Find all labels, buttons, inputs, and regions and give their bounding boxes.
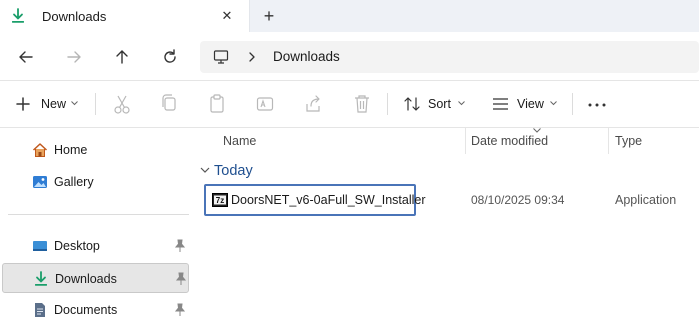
column-header-name[interactable]: Name <box>223 134 256 148</box>
view-button[interactable]: View <box>492 92 558 116</box>
command-toolbar: New Sort View <box>0 81 699 127</box>
tab-title: Downloads <box>42 9 107 24</box>
column-divider[interactable] <box>608 128 609 154</box>
arrow-left-icon[interactable] <box>13 44 39 70</box>
sidebar-item-label: Desktop <box>54 239 100 253</box>
file-list: Name Date modified Type Today 7z DoorsNE… <box>190 128 699 329</box>
sidebar-divider <box>8 214 189 215</box>
chevron-down-icon <box>458 101 465 106</box>
file-name-cell[interactable]: 7z DoorsNET_v6-0aFull_SW_Installer <box>204 184 426 216</box>
home-icon <box>32 143 48 157</box>
refresh-icon[interactable] <box>157 44 183 70</box>
computer-icon[interactable] <box>213 49 229 65</box>
sidebar-item-home[interactable]: Home <box>2 135 189 165</box>
view-icon <box>493 98 508 110</box>
sort-icon <box>404 97 420 111</box>
arrow-right-icon[interactable] <box>61 44 87 70</box>
paste-icon[interactable] <box>208 92 226 116</box>
sidebar-item-label: Documents <box>54 303 118 317</box>
column-header-type[interactable]: Type <box>615 134 642 148</box>
navigation-pane: Home Gallery Desktop Downloads Documents <box>0 128 190 329</box>
column-divider[interactable] <box>465 128 466 154</box>
new-label: New <box>41 97 67 111</box>
sort-button[interactable]: Sort <box>404 92 466 116</box>
file-type: Application <box>615 193 677 207</box>
chevron-down-icon <box>71 101 78 106</box>
copy-icon[interactable] <box>160 92 178 116</box>
sidebar-item-label: Downloads <box>55 272 117 286</box>
file-date-modified: 08/10/2025 09:34 <box>471 193 565 207</box>
file-name: DoorsNET_v6-0aFull_SW_Installer <box>231 193 426 207</box>
tab-bar: Downloads ✕ + <box>0 0 699 32</box>
group-label: Today <box>214 163 253 179</box>
share-icon[interactable] <box>304 92 322 116</box>
address-bar[interactable]: Downloads <box>200 41 699 73</box>
toolbar-separator <box>387 93 388 115</box>
tab-downloads[interactable]: Downloads ✕ <box>0 0 250 32</box>
cut-icon[interactable] <box>113 92 131 116</box>
new-button[interactable]: New <box>14 92 80 116</box>
table-row[interactable]: 7z DoorsNET_v6-0aFull_SW_Installer 08/10… <box>200 184 699 216</box>
sidebar-item-documents[interactable]: Documents <box>2 295 189 325</box>
view-label: View <box>517 97 544 111</box>
pin-icon[interactable] <box>174 303 186 317</box>
chevron-down-icon <box>550 101 557 106</box>
column-header-date-modified[interactable]: Date modified <box>471 134 548 148</box>
close-icon[interactable]: ✕ <box>217 6 237 26</box>
arrow-up-icon[interactable] <box>109 44 135 70</box>
documents-icon <box>35 303 45 317</box>
sidebar-item-downloads[interactable]: Downloads <box>2 263 189 293</box>
more-icon[interactable] <box>587 92 607 116</box>
chevron-down-icon <box>200 167 210 173</box>
rename-icon[interactable] <box>256 92 274 116</box>
download-icon <box>12 8 24 23</box>
sort-indicator-icon <box>533 128 541 133</box>
breadcrumb[interactable]: Downloads <box>273 49 340 64</box>
delete-icon[interactable] <box>353 92 371 116</box>
pin-icon[interactable] <box>175 272 187 286</box>
gallery-icon <box>33 176 47 188</box>
plus-icon <box>16 97 30 111</box>
toolbar-separator <box>572 93 573 115</box>
sidebar-item-desktop[interactable]: Desktop <box>2 231 189 261</box>
sidebar-item-label: Home <box>54 143 88 157</box>
sidebar-item-gallery[interactable]: Gallery <box>2 167 189 197</box>
desktop-icon <box>33 241 47 251</box>
toolbar-separator <box>95 93 96 115</box>
svg-text:7z: 7z <box>216 196 224 205</box>
navigation-bar: Downloads <box>0 32 699 80</box>
sidebar-item-label: Gallery <box>54 175 94 189</box>
download-icon <box>35 271 47 286</box>
sort-label: Sort <box>428 97 451 111</box>
chevron-right-icon[interactable] <box>247 50 257 64</box>
installer-icon: 7z <box>212 193 228 207</box>
plus-icon[interactable]: + <box>258 5 280 27</box>
pin-icon[interactable] <box>174 239 186 253</box>
